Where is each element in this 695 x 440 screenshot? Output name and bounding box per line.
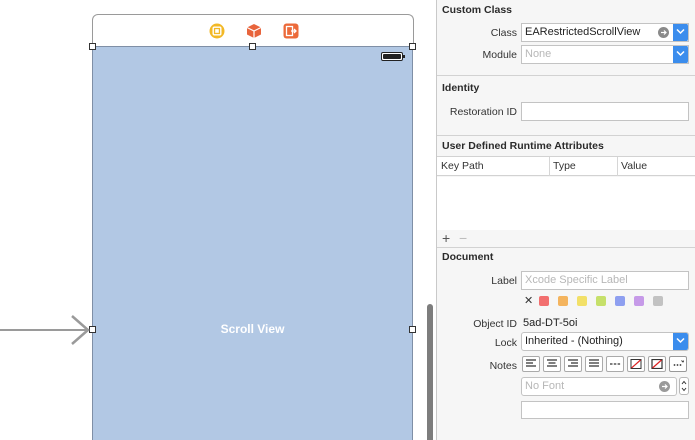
runtime-attributes-table-header: Key Path Type Value bbox=[437, 156, 695, 176]
column-type[interactable]: Type bbox=[553, 160, 576, 172]
document-label-label: Label bbox=[491, 275, 517, 287]
runtime-attributes-toolbar: + − bbox=[437, 230, 695, 247]
text-color-icon bbox=[651, 359, 663, 369]
lock-label: Lock bbox=[494, 337, 517, 349]
section-divider bbox=[437, 247, 695, 248]
custom-class-section: Custom Class Class EARestrictedScrollVie… bbox=[437, 0, 695, 76]
restoration-id-field[interactable] bbox=[521, 102, 689, 121]
align-left-icon bbox=[526, 359, 536, 367]
font-placeholder: No Font bbox=[525, 380, 565, 392]
add-attribute-button[interactable]: + bbox=[442, 230, 450, 246]
natural-alignment-button[interactable] bbox=[606, 356, 624, 372]
first-responder-icon[interactable] bbox=[246, 23, 262, 39]
resize-handle-top-left[interactable] bbox=[89, 43, 96, 50]
view-controller-icon[interactable] bbox=[209, 23, 225, 39]
class-dropdown-button[interactable] bbox=[673, 24, 688, 41]
column-separator bbox=[549, 157, 550, 176]
lock-value: Inherited - (Nothing) bbox=[525, 335, 623, 347]
font-field[interactable]: No Font bbox=[521, 377, 677, 396]
align-right-button[interactable] bbox=[564, 356, 582, 372]
align-right-icon bbox=[568, 359, 578, 367]
label-color-blue[interactable] bbox=[615, 296, 625, 306]
object-id-value: 5ad-DT-5oi bbox=[523, 317, 578, 329]
chevron-down-icon bbox=[676, 28, 685, 35]
go-to-class-icon[interactable] bbox=[658, 27, 669, 38]
column-key-path[interactable]: Key Path bbox=[441, 160, 484, 172]
exit-icon[interactable] bbox=[283, 23, 299, 39]
runtime-attributes-table[interactable] bbox=[437, 177, 695, 230]
label-color-yellow[interactable] bbox=[577, 296, 587, 306]
resize-handle-top-right[interactable] bbox=[409, 43, 416, 50]
align-center-button[interactable] bbox=[543, 356, 561, 372]
identity-title: Identity bbox=[442, 82, 480, 94]
battery-icon bbox=[381, 52, 405, 61]
justify-icon bbox=[589, 359, 599, 367]
module-dropdown-button[interactable] bbox=[673, 46, 688, 63]
module-label: Module bbox=[482, 49, 517, 61]
column-value[interactable]: Value bbox=[621, 160, 647, 172]
label-color-purple[interactable] bbox=[634, 296, 644, 306]
canvas-scrollbar[interactable] bbox=[427, 304, 433, 440]
label-color-green[interactable] bbox=[596, 296, 606, 306]
document-label-field[interactable]: Xcode Specific Label bbox=[521, 271, 689, 290]
object-id-label: Object ID bbox=[473, 318, 517, 330]
stepper-arrows-icon bbox=[681, 380, 687, 392]
column-separator bbox=[617, 157, 618, 176]
clear-label-color-icon[interactable]: ✕ bbox=[524, 294, 533, 307]
lock-dropdown-button[interactable] bbox=[673, 333, 688, 350]
notes-text-field[interactable] bbox=[521, 401, 689, 419]
runtime-attributes-title: User Defined Runtime Attributes bbox=[442, 140, 604, 152]
no-color-button[interactable] bbox=[627, 356, 645, 372]
more-icon bbox=[673, 360, 684, 366]
module-placeholder: None bbox=[525, 48, 552, 60]
scroll-view[interactable]: Scroll View bbox=[92, 46, 413, 440]
resize-handle-right[interactable] bbox=[409, 326, 416, 333]
justify-button[interactable] bbox=[585, 356, 603, 372]
text-color-button[interactable] bbox=[648, 356, 666, 372]
more-options-button[interactable] bbox=[669, 356, 687, 372]
label-color-orange[interactable] bbox=[558, 296, 568, 306]
module-field[interactable]: None bbox=[521, 45, 689, 64]
custom-class-title: Custom Class bbox=[442, 4, 513, 16]
label-color-gray[interactable] bbox=[653, 296, 663, 306]
class-field[interactable]: EARestrictedScrollView bbox=[521, 23, 689, 42]
font-size-stepper[interactable] bbox=[679, 377, 689, 395]
resize-handle-top[interactable] bbox=[249, 43, 256, 50]
label-color-red[interactable] bbox=[539, 296, 549, 306]
document-title: Document bbox=[442, 251, 494, 263]
class-value: EARestrictedScrollView bbox=[525, 26, 641, 38]
font-picker-icon[interactable] bbox=[659, 381, 670, 392]
align-center-icon bbox=[547, 359, 557, 367]
class-label: Class bbox=[490, 27, 517, 39]
chevron-down-icon bbox=[676, 337, 685, 344]
entry-point-arrow-icon bbox=[0, 315, 90, 345]
dashes-icon bbox=[610, 363, 621, 365]
align-left-button[interactable] bbox=[522, 356, 540, 372]
notes-label: Notes bbox=[489, 360, 517, 372]
no-color-icon bbox=[630, 359, 642, 369]
identity-inspector: Custom Class Class EARestrictedScrollVie… bbox=[436, 0, 695, 440]
restoration-id-label: Restoration ID bbox=[449, 106, 517, 118]
document-label-placeholder: Xcode Specific Label bbox=[525, 274, 628, 286]
lock-popup[interactable]: Inherited - (Nothing) bbox=[521, 332, 689, 351]
chevron-down-icon bbox=[676, 50, 685, 57]
identity-section: Identity Restoration ID bbox=[437, 76, 695, 136]
remove-attribute-button[interactable]: − bbox=[459, 230, 467, 246]
storyboard-canvas[interactable]: Scroll View bbox=[0, 0, 436, 440]
scroll-view-label: Scroll View bbox=[220, 322, 285, 336]
